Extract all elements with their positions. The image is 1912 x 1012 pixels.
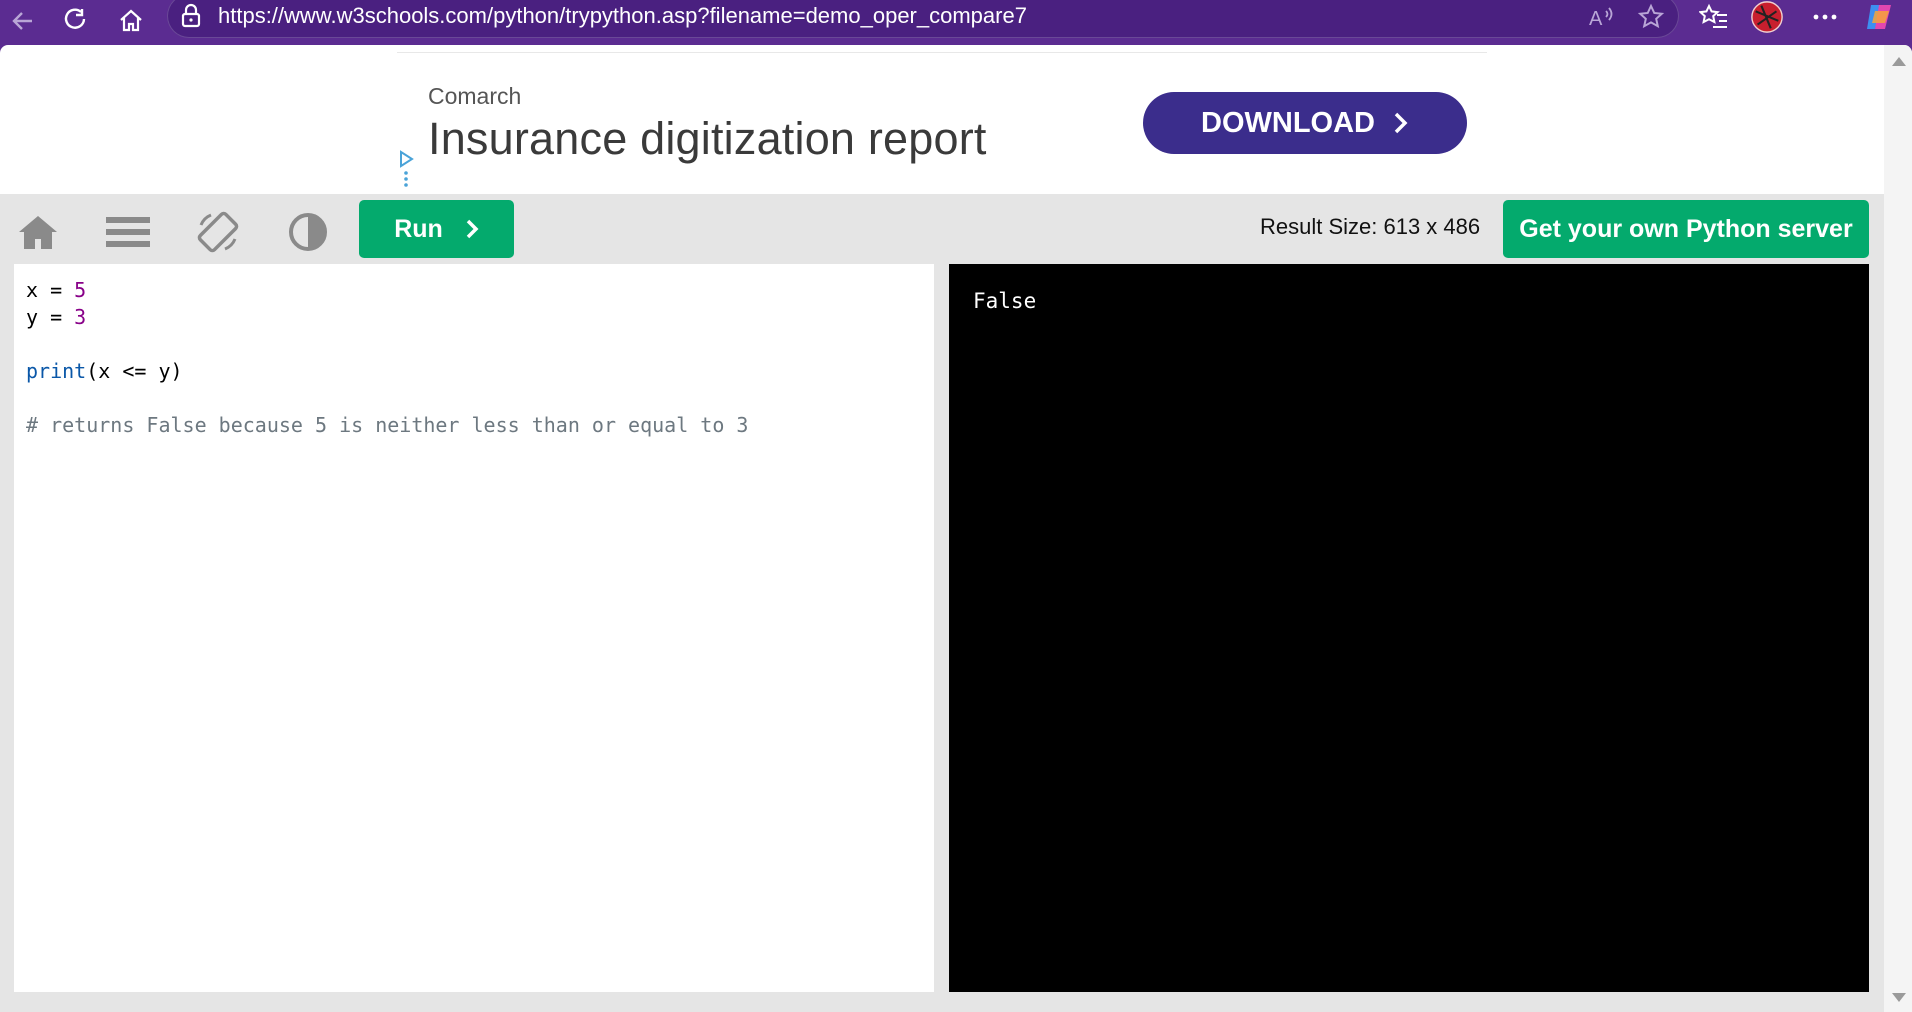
back-arrow-icon bbox=[12, 12, 32, 30]
ad-brand: Comarch bbox=[428, 83, 522, 109]
page-viewport: Comarch Insurance digitization report DO… bbox=[0, 45, 1912, 1012]
read-aloud-icon[interactable]: A bbox=[1585, 2, 1619, 32]
run-label: Run bbox=[394, 214, 443, 243]
code-line-1: x = 5 bbox=[26, 278, 87, 302]
run-button[interactable]: Run bbox=[359, 200, 514, 258]
reload-icon bbox=[64, 8, 86, 29]
profile-avatar-icon[interactable] bbox=[1750, 1, 1784, 33]
scroll-up-arrow[interactable] bbox=[1892, 57, 1906, 66]
favorite-star-icon[interactable] bbox=[1634, 2, 1668, 32]
get-python-server-button[interactable]: Get your own Python server bbox=[1503, 200, 1869, 258]
svg-text:A: A bbox=[1589, 8, 1603, 30]
reload-button[interactable] bbox=[59, 4, 93, 38]
code-comment: # returns False because 5 is neither les… bbox=[26, 413, 749, 437]
rotate-icon[interactable] bbox=[194, 210, 242, 254]
chevron-right-icon bbox=[1394, 112, 1408, 134]
ad-download-label: DOWNLOAD bbox=[1201, 106, 1375, 139]
lock-icon[interactable] bbox=[178, 3, 204, 29]
contrast-icon[interactable] bbox=[284, 210, 332, 254]
code-line-2: y = 3 bbox=[26, 305, 87, 329]
ad-banner[interactable]: Comarch Insurance digitization report DO… bbox=[397, 52, 1487, 193]
ad-headline[interactable]: Insurance digitization report bbox=[428, 113, 987, 165]
ad-download-button[interactable]: DOWNLOAD bbox=[1143, 92, 1467, 154]
chevron-right-icon bbox=[466, 219, 479, 239]
code-line-4: print(x <= y) bbox=[26, 359, 183, 383]
back-button[interactable] bbox=[6, 4, 40, 38]
home-button[interactable] bbox=[114, 4, 148, 38]
editor-result-panes: x = 5 y = 3 print(x <= y) # returns False… bbox=[0, 264, 1884, 1012]
result-output: False bbox=[973, 289, 1037, 313]
home-icon bbox=[120, 9, 142, 32]
w3-home-icon[interactable] bbox=[14, 210, 62, 254]
url-text[interactable]: https://www.w3schools.com/python/trypyth… bbox=[218, 2, 1027, 30]
more-menu-icon[interactable] bbox=[1808, 2, 1842, 32]
code-content[interactable]: x = 5 y = 3 print(x <= y) # returns False… bbox=[26, 277, 748, 439]
result-size-text: Result Size: 613 x 486 bbox=[1260, 214, 1481, 239]
code-editor[interactable]: x = 5 y = 3 print(x <= y) # returns False… bbox=[14, 264, 934, 992]
favorites-list-icon[interactable] bbox=[1697, 2, 1731, 32]
result-pane[interactable]: False bbox=[949, 264, 1869, 992]
scroll-down-arrow[interactable] bbox=[1892, 993, 1906, 1002]
page-scrollbar[interactable] bbox=[1884, 45, 1912, 1012]
menu-icon[interactable] bbox=[104, 210, 152, 254]
browser-toolbar: https://www.w3schools.com/python/trypyth… bbox=[0, 0, 1912, 45]
editor-toolbar: Run Result Size: 613 x 486 Get your own … bbox=[0, 194, 1884, 264]
ad-choices-icon[interactable] bbox=[397, 149, 415, 189]
copilot-icon[interactable] bbox=[1863, 2, 1897, 32]
